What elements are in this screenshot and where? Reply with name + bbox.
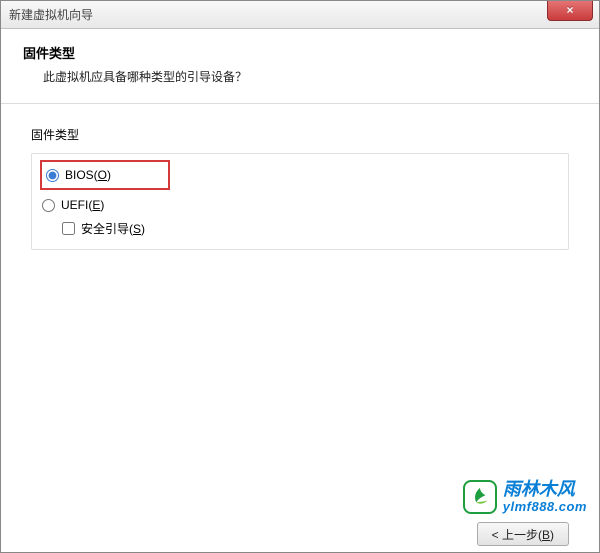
group-label: 固件类型	[31, 126, 569, 143]
wizard-window: 新建虚拟机向导 × 固件类型 此虚拟机应具备哪种类型的引导设备？ 固件类型 BI…	[0, 0, 600, 553]
watermark-url: ylmf888.com	[503, 500, 587, 514]
window-title: 新建虚拟机向导	[9, 6, 93, 23]
back-button-label: < 上一步(B)	[492, 526, 554, 543]
checkbox-secure-boot[interactable]: 安全引导(S)	[40, 216, 560, 239]
watermark-brand: 雨林木风	[503, 480, 587, 500]
close-icon: ×	[566, 3, 573, 17]
watermark: 雨林木风 ylmf888.com	[463, 480, 587, 514]
close-button[interactable]: ×	[547, 1, 593, 21]
header-panel: 固件类型 此虚拟机应具备哪种类型的引导设备？	[1, 29, 599, 104]
radio-uefi-label: UEFI(E)	[61, 198, 104, 212]
firmware-options: BIOS(O) UEFI(E) 安全引导(S)	[31, 153, 569, 250]
watermark-text: 雨林木风 ylmf888.com	[503, 480, 587, 514]
content-area: 固件类型 BIOS(O) UEFI(E) 安全引导(S)	[1, 104, 599, 260]
footer-buttons: < 上一步(B)	[1, 522, 599, 546]
back-button[interactable]: < 上一步(B)	[477, 522, 569, 546]
radio-uefi[interactable]: UEFI(E)	[40, 194, 560, 216]
watermark-icon	[463, 480, 497, 514]
checkbox-secure-boot-input[interactable]	[62, 222, 75, 235]
radio-uefi-input[interactable]	[42, 199, 55, 212]
radio-bios-label: BIOS(O)	[65, 168, 111, 182]
checkbox-secure-boot-label: 安全引导(S)	[81, 220, 145, 237]
page-subtitle: 此虚拟机应具备哪种类型的引导设备？	[23, 68, 577, 85]
radio-bios[interactable]: BIOS(O)	[40, 160, 170, 190]
page-title: 固件类型	[23, 43, 577, 62]
titlebar: 新建虚拟机向导 ×	[1, 1, 599, 29]
leaf-icon	[469, 486, 491, 508]
radio-bios-input[interactable]	[46, 169, 59, 182]
